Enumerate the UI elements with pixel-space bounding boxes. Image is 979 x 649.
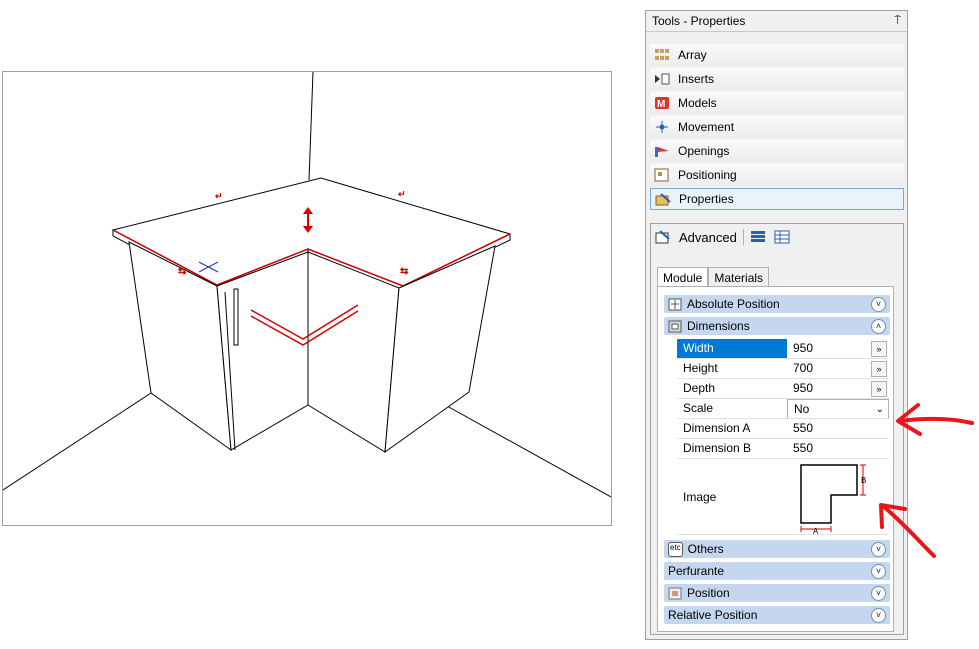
annotation-arrow-icon	[896, 403, 974, 436]
annotation-arrow-icon	[879, 503, 936, 558]
annotation-arrows	[879, 403, 974, 558]
